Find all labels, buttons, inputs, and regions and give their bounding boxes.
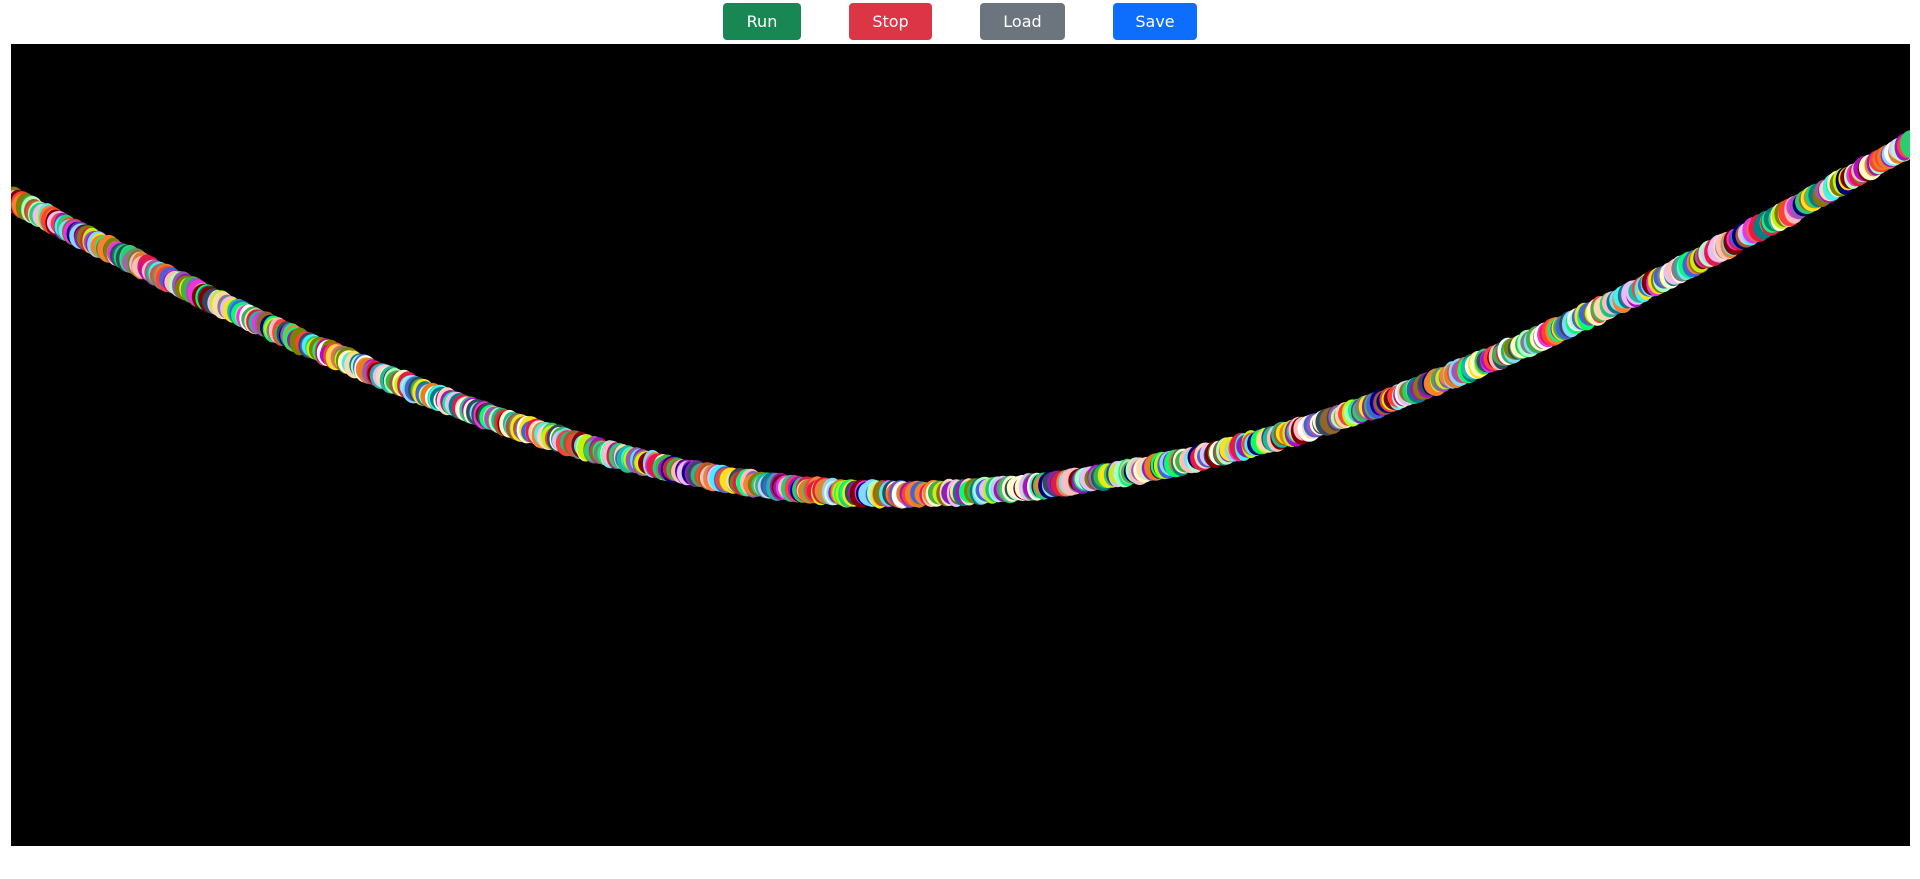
save-button[interactable]: Save (1113, 3, 1197, 40)
simulation-canvas[interactable] (11, 44, 1910, 846)
toolbar: Run Stop Load Save (0, 0, 1920, 44)
load-button[interactable]: Load (980, 3, 1065, 40)
run-button[interactable]: Run (723, 3, 801, 40)
stop-button[interactable]: Stop (849, 3, 932, 40)
dot-trail (11, 130, 1910, 509)
